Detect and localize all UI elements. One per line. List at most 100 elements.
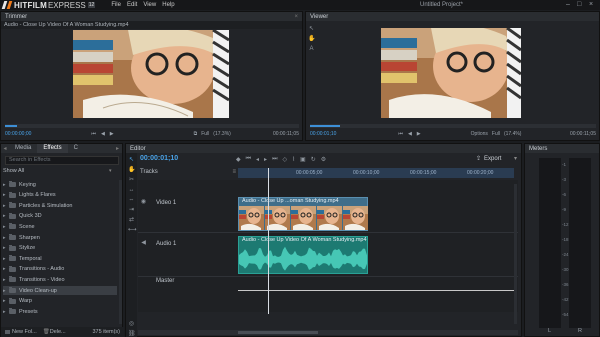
minimize-icon[interactable]: – bbox=[566, 1, 570, 8]
menu-view[interactable]: View bbox=[143, 2, 156, 8]
trimmer-video-frame[interactable] bbox=[73, 30, 229, 118]
panel-close-icon[interactable]: × bbox=[294, 14, 298, 20]
trimmer-quality-select[interactable]: Full bbox=[201, 131, 209, 137]
viewer-zoom-select[interactable]: (17.4%) bbox=[504, 131, 522, 137]
show-all-filter[interactable]: Show All bbox=[3, 168, 24, 174]
trimmer-play-icon[interactable]: ▶ bbox=[110, 131, 114, 137]
meter-right-channel bbox=[569, 158, 591, 328]
effects-folder-item[interactable]: ▸ Sharpen bbox=[3, 233, 40, 242]
viewer-panel: Viewer ↖ ✋ A 00:00:01;10 ⏮ ◀ ▶ Options F… bbox=[305, 11, 600, 141]
menu-edit[interactable]: Edit bbox=[127, 2, 137, 8]
video-clip-name: Audio - Close Up ...oman Studying.mp4 bbox=[242, 198, 339, 204]
trimmer-scrub-bar[interactable] bbox=[5, 124, 299, 128]
trimmer-step-back-icon[interactable]: ◀ bbox=[101, 131, 105, 137]
tabs-more-icon[interactable]: ▸ bbox=[116, 145, 119, 152]
new-folder-button[interactable]: New Fol... bbox=[12, 329, 37, 335]
effects-folder-item[interactable]: ▸ Scene bbox=[3, 222, 35, 231]
settings-icon[interactable]: ⚙ bbox=[321, 156, 326, 163]
folder-icon bbox=[9, 308, 16, 315]
tab-effects[interactable]: Effects bbox=[37, 144, 68, 153]
next-edit-icon[interactable]: ⏭ bbox=[272, 156, 277, 163]
track-divider bbox=[138, 232, 518, 233]
timeline-ruler[interactable]: 00:00:05;00 00:00:10;00 00:00:15;00 00:00:2… bbox=[238, 168, 514, 178]
next-frame-icon[interactable]: ▸ bbox=[264, 156, 267, 163]
hand-tool-icon[interactable]: ✋ bbox=[308, 36, 315, 43]
tabs-scroll-left-icon[interactable]: ◂ bbox=[1, 145, 9, 152]
effects-folder-item[interactable]: ▸ Temporal bbox=[3, 254, 42, 263]
viewer-skip-back-icon[interactable]: ⏮ bbox=[398, 131, 403, 137]
viewer-play-icon[interactable]: ▶ bbox=[417, 131, 421, 137]
trimmer-zoom-select[interactable]: (17.3%) bbox=[213, 131, 231, 137]
trimmer-skip-back-icon[interactable]: ⏮ bbox=[91, 131, 96, 137]
viewer-video-frame[interactable] bbox=[381, 28, 521, 118]
split-icon[interactable]: ⌇ bbox=[292, 156, 295, 163]
effects-folder-label: Transitions - Video bbox=[19, 276, 65, 283]
effects-folder-item[interactable]: ▸ Presets bbox=[3, 307, 38, 316]
ruler-tick-label: 00:00:15;00 bbox=[410, 170, 437, 176]
audio-speaker-icon[interactable]: ◀ bbox=[140, 240, 147, 247]
effects-search-input[interactable]: Search in Effects bbox=[5, 156, 119, 165]
timeline-scrollbar[interactable] bbox=[138, 330, 518, 335]
effects-folder-item[interactable]: ▸ Video Clean-up bbox=[3, 286, 117, 295]
filter-dropdown-icon[interactable]: ▾ bbox=[109, 168, 112, 174]
effects-folder-label: Transitions - Audio bbox=[19, 266, 65, 273]
export-button[interactable]: ⇪ Export bbox=[476, 155, 501, 163]
maximize-icon[interactable]: □ bbox=[577, 1, 581, 8]
effects-folder-item[interactable]: ▸ Transitions - Video bbox=[3, 275, 65, 284]
viewer-quality-select[interactable]: Full bbox=[492, 131, 500, 137]
video-clip[interactable]: Audio - Close Up ...oman Studying.mp4 bbox=[238, 197, 368, 231]
trimmer-clip-bar: Audio - Close Up Video Of A Woman Studyi… bbox=[1, 21, 302, 29]
effects-scrollbar[interactable] bbox=[119, 180, 122, 324]
hitfilm-logo-icon bbox=[1, 1, 13, 9]
snap-icon[interactable]: ◎ bbox=[128, 321, 135, 328]
audio-clip[interactable]: Audio - Close Up Video Of A Woman Studyi… bbox=[238, 236, 368, 274]
audio-track-label: Audio 1 bbox=[156, 241, 177, 247]
loop-icon[interactable]: ↻ bbox=[311, 156, 316, 163]
hand-tool-icon[interactable]: ✋ bbox=[128, 167, 135, 174]
trimmer-insert-icon[interactable]: ⧉ bbox=[194, 131, 198, 137]
prev-frame-icon[interactable]: ◂ bbox=[256, 156, 259, 163]
prev-edit-icon[interactable]: ⏮ bbox=[246, 156, 251, 163]
effects-folder-label: Temporal bbox=[19, 255, 42, 262]
close-icon[interactable]: × bbox=[589, 1, 593, 8]
effects-folder-item[interactable]: ▸ Keying bbox=[3, 180, 36, 189]
timeline-vertical-scrollbar[interactable] bbox=[514, 184, 517, 324]
video-visibility-eye-icon[interactable]: ◉ bbox=[140, 199, 147, 206]
roll-tool-icon[interactable]: ⇄ bbox=[128, 217, 135, 224]
add-marker-icon[interactable]: ◆ bbox=[236, 156, 241, 163]
effects-folder-item[interactable]: ▸ Particles & Simulation bbox=[3, 201, 73, 210]
effects-folder-item[interactable]: ▸ Lights & Flares bbox=[3, 191, 56, 200]
ripple-tool-icon[interactable]: ⇥ bbox=[128, 207, 135, 214]
tab-media[interactable]: Media bbox=[9, 144, 37, 153]
tab-controls[interactable]: C bbox=[68, 144, 84, 153]
link-icon[interactable]: ⛓ bbox=[128, 331, 136, 337]
effects-folder-item[interactable]: ▸ Warp bbox=[3, 297, 32, 306]
viewer-step-back-icon[interactable]: ◀ bbox=[408, 131, 412, 137]
keyframe-icon[interactable]: ◇ bbox=[282, 156, 287, 163]
pointer-tool-icon[interactable]: ↖ bbox=[308, 26, 315, 33]
slip-tool-icon[interactable]: ↔ bbox=[128, 187, 135, 194]
playhead[interactable] bbox=[268, 168, 270, 314]
effects-folder-item[interactable]: ▸ Quick 3D bbox=[3, 212, 42, 221]
viewer-scrub-bar[interactable] bbox=[310, 124, 596, 128]
export-dropdown-icon[interactable]: ▾ bbox=[514, 155, 517, 162]
slide-tool-icon[interactable]: ⇔ bbox=[128, 197, 135, 204]
effects-panel: ◂ Media Effects C ▸ Search in Effects Sh… bbox=[0, 143, 124, 337]
menu-file[interactable]: File bbox=[111, 2, 121, 8]
viewer-time-end: 00:00:11;05 bbox=[569, 131, 596, 137]
lock-icon[interactable]: ▣ bbox=[300, 156, 306, 163]
tracks-menu-icon[interactable]: ≡ bbox=[232, 169, 236, 175]
effects-folder-item[interactable]: ▸ Transitions - Audio bbox=[3, 265, 64, 274]
rate-stretch-tool-icon[interactable]: ⟷ bbox=[128, 227, 137, 234]
effects-folder-item[interactable]: ▸ Stylize bbox=[3, 244, 35, 253]
razor-tool-icon[interactable]: ✂ bbox=[128, 177, 135, 184]
master-volume-line[interactable] bbox=[238, 290, 514, 291]
delete-button[interactable]: Dele... bbox=[50, 329, 66, 335]
viewer-options-menu[interactable]: Options bbox=[471, 131, 488, 137]
folder-icon bbox=[9, 212, 16, 219]
meter-scale-label: -42 bbox=[562, 297, 569, 302]
text-tool-icon[interactable]: A bbox=[308, 46, 315, 53]
editor-timecode[interactable]: 00:00:01;10 bbox=[140, 155, 178, 162]
menu-help[interactable]: Help bbox=[162, 2, 174, 8]
select-tool-icon[interactable]: ↖ bbox=[128, 157, 135, 164]
